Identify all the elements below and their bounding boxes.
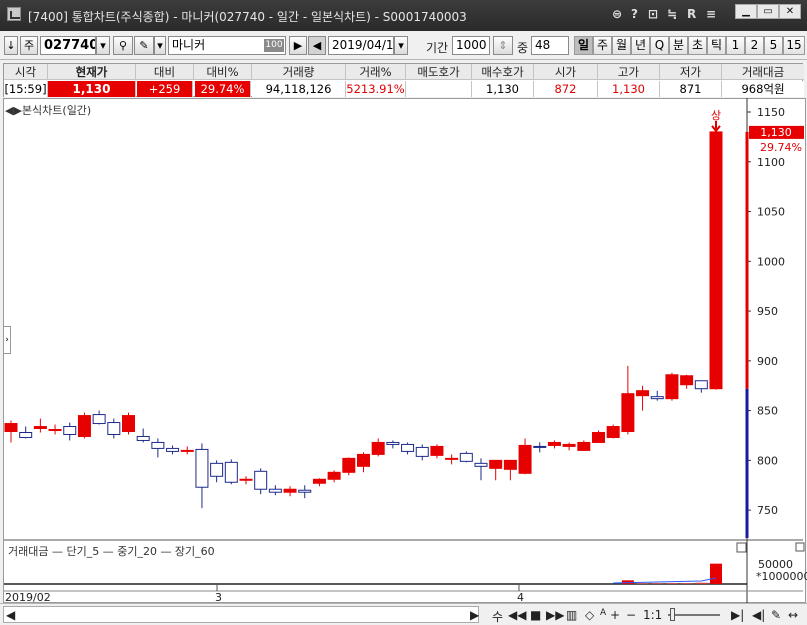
zoom-slider-thumb[interactable]: [670, 608, 675, 621]
candle: [210, 462, 224, 477]
start-icon[interactable]: ◀|: [752, 608, 765, 622]
candle: [312, 478, 326, 484]
volume-bar: [680, 583, 693, 584]
candle: [430, 445, 444, 456]
candle: [166, 447, 180, 452]
table-icon[interactable]: ▥: [566, 608, 577, 622]
candle: [92, 414, 106, 425]
candle: [665, 374, 679, 400]
candle: [445, 457, 459, 460]
candle: [533, 445, 547, 448]
volume-bar: [710, 563, 722, 584]
horizontal-scrollbar[interactable]: [3, 606, 479, 623]
candle: [4, 423, 18, 433]
candle-chart: 750 800 850 900 950 1000 1050 1100 1150 상 1,130 29.…: [4, 98, 807, 604]
candle: [136, 435, 150, 441]
candle: [401, 443, 415, 452]
resize-icon[interactable]: ↔: [788, 608, 798, 622]
y-tick-label: 1000: [757, 255, 785, 268]
note-icon[interactable]: ✎: [771, 608, 781, 622]
scroll-left-icon[interactable]: ◀: [6, 608, 15, 622]
forward-icon[interactable]: ▶▶: [546, 608, 564, 622]
volume-bar: [665, 583, 678, 584]
y-tick-label: 800: [757, 454, 778, 467]
candle: [459, 452, 473, 462]
candle: [547, 441, 561, 446]
candle: [283, 488, 297, 493]
candle: [592, 431, 605, 443]
zoom-in-icon[interactable]: +: [610, 608, 620, 622]
price-tag-label: 1,130: [760, 126, 792, 139]
candle: [342, 457, 356, 473]
candle: [122, 415, 135, 433]
candle: [474, 462, 488, 467]
candle: [107, 422, 121, 435]
candle: [503, 459, 517, 470]
candle: [239, 478, 253, 481]
candle: [621, 393, 635, 433]
candle: [357, 453, 370, 467]
volume-bar: [651, 583, 664, 584]
volume-axis-unit: *1000000: [756, 570, 807, 583]
zoom-ratio: 1:1: [643, 608, 663, 622]
candle: [268, 488, 282, 493]
text-icon[interactable]: A: [600, 608, 606, 618]
scroll-right-icon[interactable]: ▶: [470, 608, 479, 622]
status-bar: ◀ ▶ 수 ◀◀ ■ ▶▶ ▥ ◇ A + − 1:1 ▶| ◀| ✎ ↔: [0, 603, 807, 625]
volume-bar: [636, 583, 649, 584]
candle: [254, 470, 268, 490]
y-tick-label: 1050: [757, 206, 785, 219]
y-tick-label: 950: [757, 305, 778, 318]
price-change-label: 29.74%: [760, 141, 802, 154]
candle: [709, 131, 723, 390]
zoom-out-icon[interactable]: −: [626, 608, 636, 622]
y-tick-label: 1150: [757, 106, 785, 119]
candle: [606, 426, 620, 438]
volume-panel-button: [736, 542, 747, 553]
candle: [680, 375, 694, 386]
candle: [151, 441, 165, 449]
y-tick-label: 900: [757, 355, 778, 368]
candle: [19, 431, 33, 438]
candle: [33, 426, 47, 430]
upper-limit-label: 상: [711, 109, 721, 122]
candle: [327, 471, 341, 480]
fix-icon[interactable]: 수: [492, 608, 503, 625]
end-icon[interactable]: ▶|: [731, 608, 744, 622]
y-tick-label: 1100: [757, 156, 785, 169]
candle: [371, 441, 385, 455]
candle: [489, 459, 503, 469]
candle: [518, 444, 532, 474]
candle: [63, 426, 77, 435]
diamond-icon[interactable]: ◇: [585, 608, 594, 622]
candle: [650, 396, 664, 400]
y-tick-label: 850: [757, 405, 778, 418]
candle: [298, 489, 312, 493]
candle: [636, 390, 650, 397]
candle: [77, 415, 91, 437]
candle: [577, 441, 591, 451]
candle: [415, 446, 429, 457]
candle: [694, 380, 708, 390]
rewind-icon[interactable]: ◀◀: [508, 608, 526, 622]
candle: [386, 441, 400, 445]
candle: [224, 461, 238, 483]
candle: [180, 449, 194, 452]
volume-bar: [695, 582, 708, 584]
candle: [195, 448, 209, 488]
volume-close-button: [795, 542, 805, 552]
stop-icon[interactable]: ■: [530, 608, 541, 622]
zoom-slider-track[interactable]: [668, 614, 720, 616]
candle: [48, 429, 62, 432]
y-tick-label: 750: [757, 504, 778, 517]
candle: [562, 443, 576, 447]
